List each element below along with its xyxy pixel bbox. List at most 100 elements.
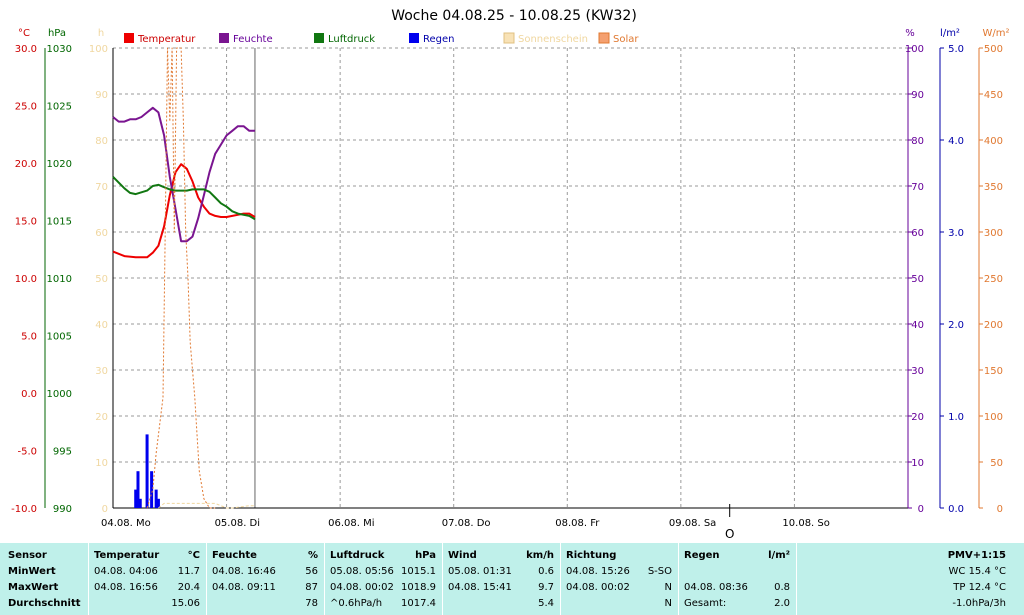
avg-hum-value: 78 — [305, 598, 318, 609]
legend-solar: Solar — [613, 34, 639, 45]
legend-feuchte: Feuchte — [233, 34, 273, 45]
max-press-time: 04.08. 00:02 — [330, 582, 394, 593]
row-label-avg: Durchschnitt — [8, 598, 81, 609]
avg-dir-value: N — [664, 598, 672, 609]
x-tick-label: 05.08. Di — [215, 518, 260, 529]
pressure-axis-tick: 990 — [53, 504, 72, 515]
temperature-axis-tick: 0.0 — [21, 389, 37, 400]
x-tick-label: 07.08. Do — [442, 518, 491, 529]
rain-axis-unit: l/m² — [940, 28, 960, 39]
humidity-axis-unit: % — [905, 28, 915, 39]
rain-axis-tick: 1.0 — [948, 412, 964, 423]
statistics-table: Sensor Temperatur °C Feuchte % Luftdruck… — [0, 543, 1024, 615]
temperature-axis-tick: 30.0 — [15, 44, 37, 55]
x-tick-label: 09.08. Sa — [669, 518, 716, 529]
avg-temp-value: 15.06 — [171, 598, 200, 609]
rain-bar — [145, 434, 149, 508]
header-temperatur-unit: °C — [187, 550, 200, 561]
row-label-max: MaxWert — [8, 582, 59, 593]
sunshine-axis-tick: 0 — [102, 504, 108, 515]
min-wind-time: 05.08. 01:31 — [448, 566, 512, 577]
pressure-axis-tick: 1020 — [47, 159, 72, 170]
divider — [442, 543, 443, 615]
max-dir-time: 04.08. 00:02 — [566, 582, 630, 593]
windchill-value: WC 15.4 °C — [948, 566, 1006, 577]
legend-swatch-sonnenschein — [503, 32, 515, 44]
legend-swatch-luftdruck — [314, 33, 324, 43]
legend-swatch-temperatur — [124, 33, 134, 43]
divider — [88, 543, 89, 615]
sunshine-axis-tick: 30 — [95, 366, 108, 377]
sunshine-axis-tick: 80 — [95, 136, 108, 147]
humidity-axis-tick: 60 — [911, 228, 924, 239]
avg-wind-value: 5.4 — [538, 598, 554, 609]
header-richtung: Richtung — [566, 550, 617, 561]
sunshine-axis-unit: h — [98, 28, 104, 39]
legend-regen: Regen — [423, 34, 455, 45]
max-wind-value: 9.7 — [538, 582, 554, 593]
pressure-3h-trend: -1.0hPa/3h — [952, 598, 1006, 609]
pressure-axis-tick: 1015 — [47, 217, 72, 228]
pressure-trend: ^0.6hPa/h — [330, 598, 383, 609]
temperature-axis-tick: 5.0 — [21, 332, 37, 343]
max-press-value: 1018.9 — [401, 582, 436, 593]
pressure-axis-unit: hPa — [48, 28, 66, 39]
solar-axis-tick: 0 — [997, 504, 1003, 515]
max-rain-time: 04.08. 08:36 — [684, 582, 748, 593]
humidity-axis-tick: 40 — [911, 320, 924, 331]
min-press-time: 05.08. 05:56 — [330, 566, 394, 577]
header-feuchte-unit: % — [307, 550, 318, 561]
pressure-axis-tick: 1010 — [47, 274, 72, 285]
header-regen-unit: l/m² — [768, 550, 790, 561]
rain-axis-tick: 0.0 — [948, 504, 964, 515]
header-regen: Regen — [684, 550, 720, 561]
max-hum-value: 87 — [305, 582, 318, 593]
divider — [560, 543, 561, 615]
divider — [678, 543, 679, 615]
humidity-axis-tick: 30 — [911, 366, 924, 377]
humidity-axis-tick: 90 — [911, 90, 924, 101]
humidity-axis-tick: 10 — [911, 458, 924, 469]
pressure-axis-tick: 995 — [53, 447, 72, 458]
header-wind: Wind — [448, 550, 477, 561]
header-sensor: Sensor — [8, 550, 47, 561]
temperature-axis-tick: 15.0 — [15, 217, 37, 228]
pressure-axis-tick: 1005 — [47, 332, 72, 343]
sunshine-axis-tick: 90 — [95, 90, 108, 101]
max-temp-value: 20.4 — [177, 582, 200, 593]
humidity-axis-tick: 70 — [911, 182, 924, 193]
legend-swatch-feuchte — [219, 33, 229, 43]
min-dir-value: S-SO — [647, 566, 672, 577]
rain-axis-tick: 2.0 — [948, 320, 964, 331]
temperature-axis-tick: 25.0 — [15, 102, 37, 113]
min-dir-time: 04.08. 15:26 — [566, 566, 630, 577]
solar-axis-tick: 250 — [984, 274, 1003, 285]
rain-bar — [150, 471, 154, 508]
solar-axis-tick: 350 — [984, 182, 1003, 193]
max-wind-time: 04.08. 15:41 — [448, 582, 512, 593]
min-temp-value: 11.7 — [177, 566, 200, 577]
temperature-axis-tick: 20.0 — [15, 159, 37, 170]
solar-axis-unit: W/m² — [982, 28, 1009, 39]
rain-bar — [138, 498, 142, 508]
solar-axis-tick: 450 — [984, 90, 1003, 101]
humidity-axis-tick: 80 — [911, 136, 924, 147]
sunshine-axis-tick: 100 — [89, 44, 108, 55]
legend-luftdruck: Luftdruck — [328, 34, 375, 45]
max-hum-time: 04.08. 09:11 — [212, 582, 276, 593]
humidity-axis-tick: 20 — [911, 412, 924, 423]
weather-chart: Woche 04.08.25 - 10.08.25 (KW32) °C 30.0 2… — [0, 0, 1024, 543]
header-luftdruck: Luftdruck — [330, 550, 385, 561]
now-marker-label: O — [725, 527, 734, 541]
dewpoint-value: TP 12.4 °C — [953, 582, 1006, 593]
solar-axis-tick: 300 — [984, 228, 1003, 239]
sunshine-axis-tick: 40 — [95, 320, 108, 331]
x-tick-label: 10.08. So — [782, 518, 829, 529]
max-rain-value: 0.8 — [774, 582, 790, 593]
humidity-axis-tick: 100 — [905, 44, 924, 55]
legend-temperatur: Temperatur — [137, 34, 196, 45]
pressure-axis-tick: 1030 — [47, 44, 72, 55]
temperature-axis-tick: 10.0 — [15, 274, 37, 285]
rain-total-label: Gesamt: — [684, 598, 727, 609]
legend-swatch-solar — [598, 32, 610, 44]
